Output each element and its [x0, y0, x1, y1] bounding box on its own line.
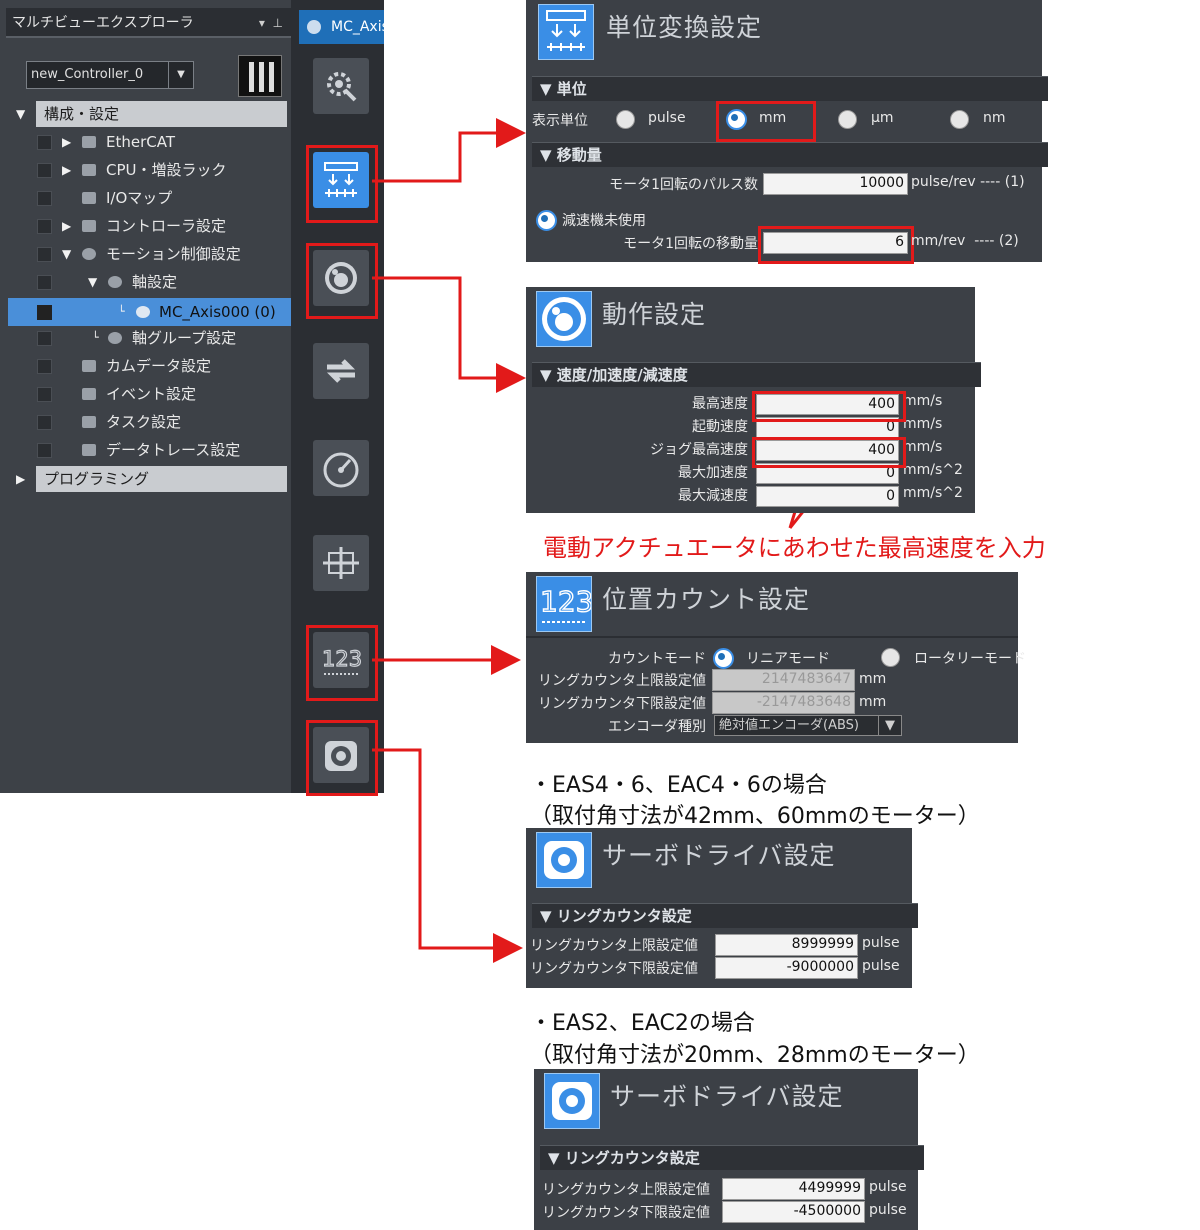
section-label: リングカウンタ設定 — [564, 1149, 700, 1167]
unit-radio-nm[interactable] — [950, 110, 969, 129]
case1-subheading: （取付角寸法が42mm、60mmのモーター） — [530, 804, 980, 829]
section-label: リングカウンタ設定 — [556, 907, 692, 925]
velocity-unit: mm/s — [903, 416, 943, 432]
ring-upper-input[interactable]: 8999999 — [715, 934, 858, 956]
pulses-per-rev-label: モータ1回転のパルス数 — [609, 177, 758, 193]
position-count-panel: 123 位置カウント設定 カウントモード リニアモード ロータリーモード リング… — [526, 572, 1026, 743]
section-ring-counter[interactable]: ▼ リングカウンタ設定 — [540, 1145, 924, 1170]
linear-mode-label: リニアモード — [746, 651, 830, 667]
travel-highlight — [758, 226, 914, 264]
divider — [526, 636, 1018, 638]
section-speed[interactable]: ▼ 速度/加速度/減速度 — [532, 362, 981, 387]
no-reducer-label: 減速機未使用 — [562, 213, 646, 229]
max-velocity-highlight — [752, 391, 906, 422]
ring-lower-input[interactable]: -4500000 — [722, 1201, 865, 1223]
pulse-unit: pulse — [869, 1179, 907, 1195]
ring-unit: mm — [859, 694, 887, 710]
pulses-per-rev-input[interactable]: 10000 — [763, 173, 908, 195]
ring-upper-input[interactable]: 2147483647 — [712, 669, 855, 691]
servo-drive-icon — [536, 832, 592, 888]
unit-conversion-icon — [538, 4, 594, 60]
position-count-123-icon: 123 — [536, 576, 594, 632]
ring-unit: mm — [859, 671, 887, 687]
encoder-type-value: 絶対値エンコーダ(ABS) — [719, 718, 859, 733]
pulses-unit: pulse/rev ---- (1) — [911, 174, 1025, 190]
velocity-unit: mm/s — [903, 439, 943, 455]
pulse-unit: pulse — [869, 1202, 907, 1218]
ring-lower-input[interactable]: -9000000 — [715, 957, 858, 979]
servo-drive-panel-2: サーボドライバ設定 ▼ リングカウンタ設定 リングカウンタ上限設定値 44999… — [534, 1069, 924, 1230]
section-label: 単位 — [556, 80, 587, 98]
ring-upper-label: リングカウンタ上限設定値 — [530, 938, 698, 954]
chevron-down-icon[interactable]: ▼ — [878, 716, 901, 735]
case2-subheading: （取付角寸法が20mm、28mmのモーター） — [530, 1043, 980, 1068]
panel-title: 動作設定 — [602, 300, 707, 329]
ref-text: ---- (2) — [974, 233, 1019, 249]
velocity-unit: mm/s — [903, 393, 943, 409]
servo-drive-panel-1: サーボドライバ設定 ▼ リングカウンタ設定 リングカウンタ上限設定値 89999… — [526, 828, 918, 988]
case1-heading: ・EAS4・6、EAC4・6の場合 — [530, 773, 827, 798]
count-mode-label: カウントモード — [608, 651, 706, 667]
panel-title: サーボドライバ設定 — [610, 1082, 844, 1111]
acceleration-unit: mm/s^2 — [903, 462, 963, 478]
ring-lower-label: リングカウンタ下限設定値 — [538, 696, 706, 712]
ring-lower-input[interactable]: -2147483648 — [712, 692, 855, 714]
unit-text: pulse/rev — [911, 174, 976, 190]
jog-velocity-highlight — [752, 437, 906, 468]
section-travel[interactable]: ▼ 移動量 — [532, 142, 1048, 167]
operation-panel: 動作設定 ▼ 速度/加速度/減速度 最高速度 400 mm/s 起動速度 0 m… — [526, 287, 981, 513]
unit-radio-um[interactable] — [838, 110, 857, 129]
pulse-unit: pulse — [862, 935, 900, 951]
section-unit[interactable]: ▼ 単位 — [532, 76, 1048, 101]
svg-text:123: 123 — [540, 585, 591, 618]
speed-rows: 最高速度 400 mm/s 起動速度 0 mm/s ジョグ最高速度 400 mm… — [526, 393, 975, 511]
unit-option-label: nm — [983, 110, 1006, 126]
travel-unit: mm/rev ---- (2) — [911, 233, 1019, 249]
max-deceleration-input[interactable]: 0 — [756, 486, 899, 507]
panel-title: サーボドライバ設定 — [602, 841, 836, 870]
unit-conversion-panel: 単位変換設定 ▼ 単位 表示単位 pulse mm μm nm ▼ 移動量 モー… — [526, 0, 1048, 264]
unit-text: mm/rev — [911, 233, 966, 249]
ring-upper-input[interactable]: 4499999 — [722, 1178, 865, 1200]
ring-lower-label: リングカウンタ下限設定値 — [542, 1205, 710, 1221]
operation-settings-icon — [536, 291, 592, 347]
mm-highlight — [716, 101, 816, 142]
encoder-type-label: エンコーダ種別 — [608, 719, 706, 735]
max-velocity-label: 最高速度 — [692, 396, 748, 412]
ref-text: ---- (1) — [980, 174, 1025, 190]
section-ring-counter[interactable]: ▼ リングカウンタ設定 — [532, 903, 918, 928]
ring-upper-label: リングカウンタ上限設定値 — [538, 673, 706, 689]
panel-title: 位置カウント設定 — [602, 585, 811, 614]
ring-upper-label: リングカウンタ上限設定値 — [542, 1182, 710, 1198]
unit-option-label: μm — [871, 110, 894, 126]
encoder-type-select[interactable]: 絶対値エンコーダ(ABS) ▼ — [714, 715, 902, 736]
travel-per-rev-label: モータ1回転の移動量 — [623, 236, 758, 252]
section-label: 移動量 — [556, 146, 602, 164]
start-velocity-label: 起動速度 — [692, 419, 748, 435]
servo-drive-icon — [544, 1073, 600, 1129]
rotary-mode-label: ロータリーモード — [914, 651, 1026, 667]
max-velocity-note: 電動アクチュエータにあわせた最高速度を入力 — [543, 534, 1046, 562]
case2-heading: ・EAS2、EAC2の場合 — [530, 1011, 755, 1036]
display-unit-label: 表示単位 — [532, 113, 588, 129]
linear-mode-radio[interactable] — [713, 648, 734, 669]
unit-radio-pulse[interactable] — [616, 110, 635, 129]
ring-lower-label: リングカウンタ下限設定値 — [530, 961, 698, 977]
unit-option-label: pulse — [648, 110, 686, 126]
jog-max-velocity-label: ジョグ最高速度 — [650, 442, 748, 458]
no-reducer-radio[interactable] — [536, 210, 557, 231]
rotary-mode-radio[interactable] — [881, 648, 900, 667]
max-deceleration-label: 最大減速度 — [678, 488, 748, 504]
pulse-unit: pulse — [862, 958, 900, 974]
panel-title: 単位変換設定 — [606, 13, 763, 42]
section-label: 速度/加速度/減速度 — [556, 366, 688, 384]
max-acceleration-label: 最大加速度 — [678, 465, 748, 481]
deceleration-unit: mm/s^2 — [903, 485, 963, 501]
